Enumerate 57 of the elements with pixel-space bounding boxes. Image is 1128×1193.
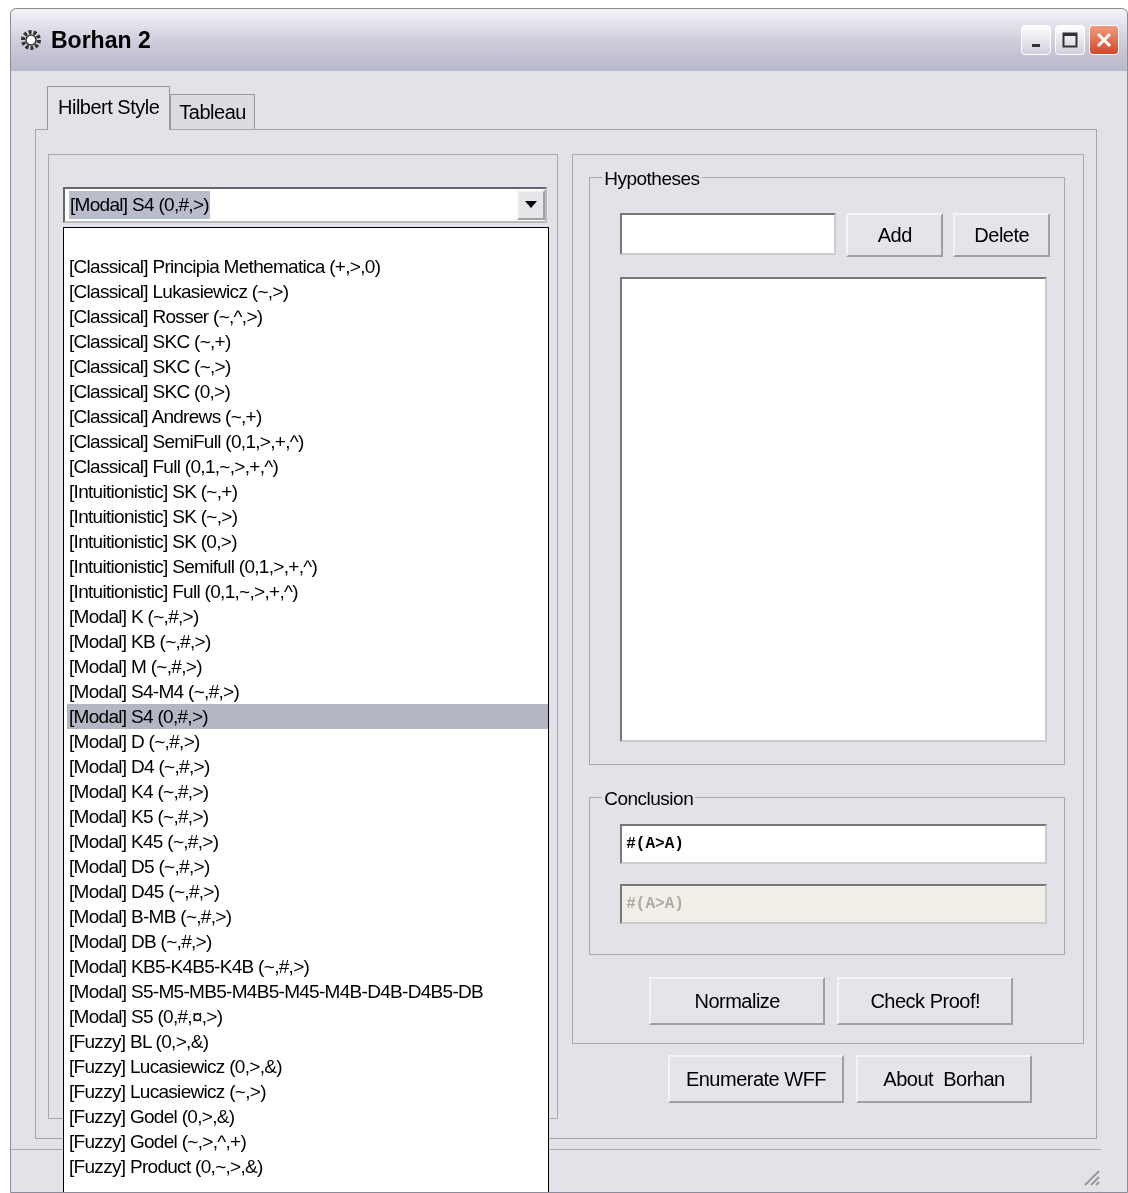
dropdown-item[interactable]: [Intuitionistic] SK (~,>) bbox=[67, 504, 548, 529]
close-button[interactable] bbox=[1089, 25, 1119, 55]
dropdown-item[interactable]: [Intuitionistic] Full (0,1,~,>,+,^) bbox=[67, 579, 548, 604]
dropdown-item[interactable]: [Modal] B-MB (~,#,>) bbox=[67, 904, 548, 929]
dropdown-item[interactable]: [Modal] K4 (~,#,>) bbox=[67, 779, 548, 804]
dropdown-item[interactable]: [Classical] Rosser (~,^,>) bbox=[67, 304, 548, 329]
dropdown-item[interactable]: [Fuzzy] Lucasiewicz (0,>,&) bbox=[67, 1054, 548, 1079]
dropdown-item[interactable]: [Fuzzy] Lucasiewicz (~,>) bbox=[67, 1079, 548, 1104]
dropdown-item[interactable]: [Intuitionistic] SK (~,+) bbox=[67, 479, 548, 504]
dropdown-item[interactable]: [Classical] Full (0,1,~,>,+,^) bbox=[67, 454, 548, 479]
action-button[interactable]: Enumerate WFF bbox=[668, 1055, 844, 1103]
dropdown-item[interactable]: [Classical] SKC (0,>) bbox=[67, 379, 548, 404]
minimize-icon bbox=[1032, 43, 1040, 47]
dropdown-item[interactable]: [Modal] S5-M5-MB5-M4B5-M45-M4B-D4B-D4B5-DB bbox=[67, 979, 548, 1004]
maximize-icon bbox=[1062, 32, 1078, 48]
dropdown-item[interactable]: [Modal] K5 (~,#,>) bbox=[67, 804, 548, 829]
dropdown-item[interactable]: [Modal] KB5-K4B5-K4B (~,#,>) bbox=[67, 954, 548, 979]
dropdown-item[interactable]: [Classical] SKC (~,+) bbox=[67, 329, 548, 354]
tab[interactable]: Tableau bbox=[170, 94, 255, 129]
action-button[interactable]: Check Proof! bbox=[837, 977, 1014, 1025]
dropdown-item[interactable]: [Modal] D4 (~,#,>) bbox=[67, 754, 548, 779]
hypothesis-field[interactable] bbox=[620, 213, 837, 255]
dropdown-item[interactable]: [Classical] Principia Methematica (+,>,0) bbox=[67, 254, 548, 279]
dropdown-item[interactable]: [Classical] SemiFull (0,1,>,+,^) bbox=[67, 429, 548, 454]
dropdown-item[interactable]: [Intuitionistic] Semifull (0,1,>,+,^) bbox=[67, 554, 548, 579]
window-title: Borhan 2 bbox=[51, 25, 152, 55]
tab[interactable]: Hilbert Style bbox=[47, 86, 171, 130]
dropdown-item[interactable]: [Modal] DB (~,#,>) bbox=[67, 929, 548, 954]
action-button[interactable]: About Borhan bbox=[856, 1055, 1032, 1103]
dropdown-item[interactable]: [Modal] S5 (0,#,¤,>) bbox=[67, 1004, 548, 1029]
dropdown-item[interactable]: [Modal] K (~,#,>) bbox=[67, 604, 548, 629]
dropdown-item[interactable]: [Modal] D5 (~,#,>) bbox=[67, 854, 548, 879]
action-button[interactable]: Normalize bbox=[649, 977, 826, 1025]
dropdown-item[interactable]: [Modal] K45 (~,#,>) bbox=[67, 829, 548, 854]
dropdown-item[interactable]: [Modal] KB (~,#,>) bbox=[67, 629, 548, 654]
gear-icon bbox=[19, 28, 43, 52]
dropdown-item[interactable]: [Fuzzy] BL (0,>,&) bbox=[67, 1029, 548, 1054]
hypothesis-button[interactable]: Delete bbox=[953, 213, 1051, 257]
dropdown-item[interactable]: [Fuzzy] Godel (0,>,&) bbox=[67, 1104, 548, 1129]
minimize-button[interactable] bbox=[1021, 25, 1051, 55]
dropdown-item[interactable]: [Classical] Andrews (~,+) bbox=[67, 404, 548, 429]
logic-select[interactable]: [Modal] S4 (0,#,>) bbox=[63, 187, 547, 223]
dropdown-item[interactable]: [Classical] SKC (~,>) bbox=[67, 354, 548, 379]
dropdown-item[interactable]: [Fuzzy] Godel (~,>,^,+) bbox=[67, 1129, 548, 1154]
dropdown-item[interactable]: [Fuzzy] Product (0,~,>,&) bbox=[67, 1154, 548, 1179]
dropdown-item[interactable]: [Classical] Lukasiewicz (~,>) bbox=[67, 279, 548, 304]
dropdown-item[interactable]: [Modal] D45 (~,#,>) bbox=[67, 879, 548, 904]
dropdown-item[interactable]: [Modal] S4 (0,#,>) bbox=[67, 704, 548, 729]
dropdown-item[interactable]: [Intuitionistic] SK (0,>) bbox=[67, 529, 548, 554]
hypothesis-button[interactable]: Add bbox=[846, 213, 944, 257]
dropdown-item[interactable]: [Modal] D (~,#,>) bbox=[67, 729, 548, 754]
formula-field: #(A>A) bbox=[620, 884, 1048, 924]
dropdown-item[interactable]: [Modal] S4-M4 (~,#,>) bbox=[67, 679, 548, 704]
maximize-button[interactable] bbox=[1055, 25, 1085, 55]
dropdown-item[interactable]: [Modal] M (~,#,>) bbox=[67, 654, 548, 679]
formula-field[interactable]: #(A>A) bbox=[620, 824, 1048, 864]
close-icon bbox=[1096, 32, 1112, 48]
